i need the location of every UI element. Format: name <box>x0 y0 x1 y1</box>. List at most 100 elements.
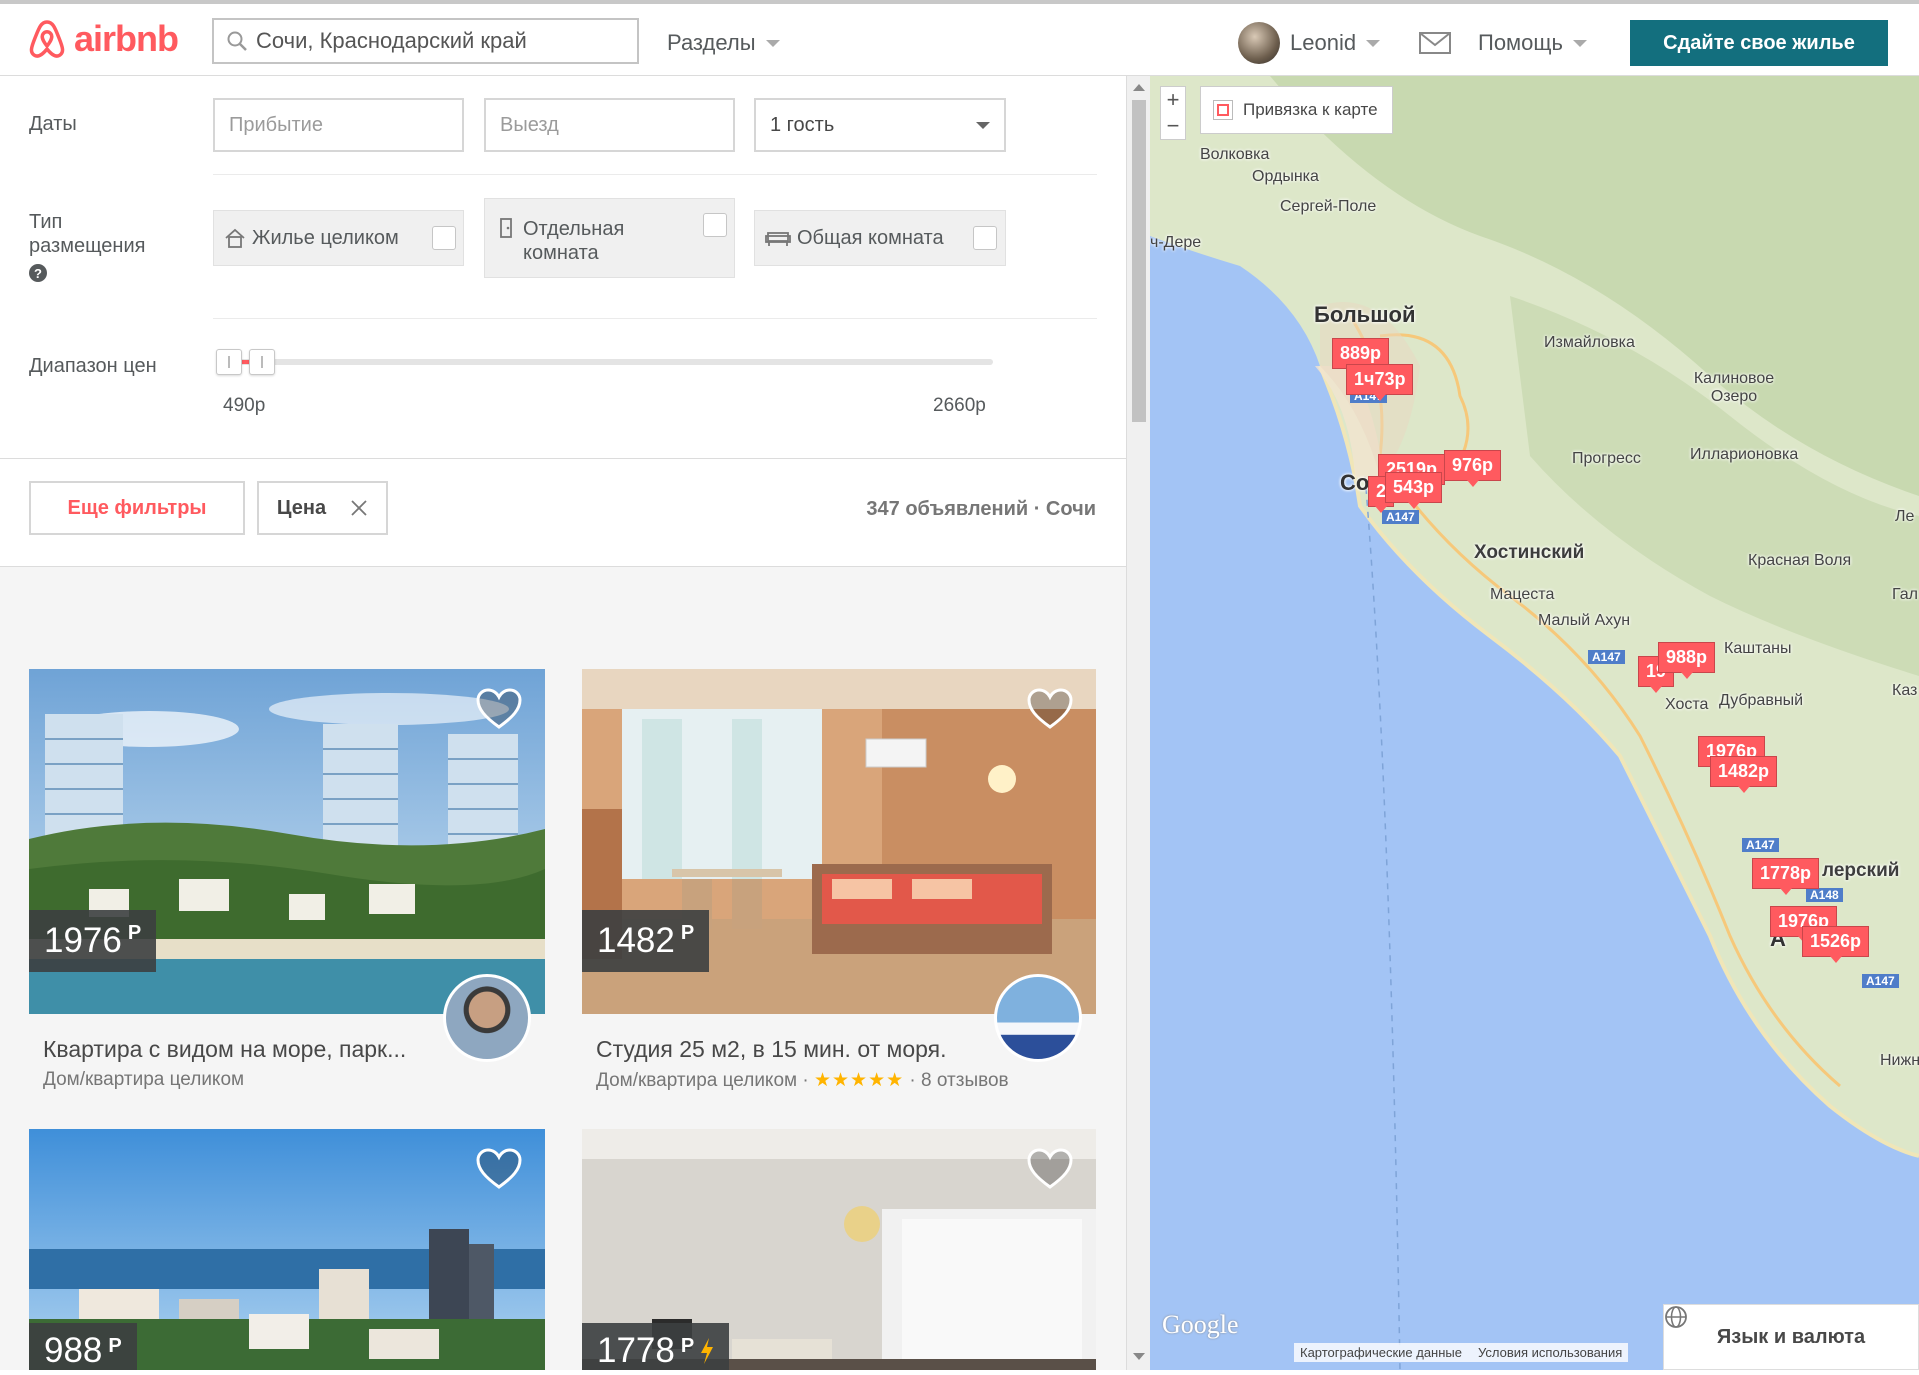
wishlist-heart-icon[interactable] <box>475 687 523 731</box>
road-sign: A147 <box>1588 650 1625 664</box>
map-place-label: Ордынка <box>1252 168 1319 185</box>
zoom-in-button[interactable]: + <box>1161 87 1185 113</box>
more-filters-button[interactable]: Еще фильтры <box>29 481 245 535</box>
listing-price: 1778 Р <box>582 1323 730 1370</box>
map-price-pin[interactable]: 1778р <box>1752 858 1820 895</box>
listing-price: 1976 Р <box>29 910 157 972</box>
entire-home-checkbox[interactable] <box>432 226 456 250</box>
host-avatar[interactable] <box>443 974 531 1062</box>
results-count: 347 объявлений · Сочи <box>866 498 1096 520</box>
host-your-home-button[interactable]: Сдайте свое жилье <box>1630 20 1888 66</box>
map-place-label: лерский <box>1822 860 1900 881</box>
listing-title[interactable]: Квартира с видом на море, парк... <box>29 1036 429 1063</box>
airbnb-logo[interactable]: airbnb <box>28 18 179 60</box>
map-place-label: Каштаны <box>1724 640 1792 657</box>
map-bind-toggle[interactable]: Привязка к карте <box>1200 86 1393 134</box>
map-place-label: ч-Дере <box>1150 234 1202 251</box>
map-data-link[interactable]: Картографические данные <box>1300 1345 1462 1360</box>
messages-button[interactable] <box>1419 32 1451 54</box>
map-price-pin[interactable]: 1526р <box>1802 926 1870 963</box>
currency-symbol: Р <box>108 1335 122 1357</box>
currency-symbol: Р <box>680 1335 695 1357</box>
wishlist-heart-icon[interactable] <box>475 1147 523 1191</box>
search-results-panel: Даты Прибытие Выезд 1 гость Тип размещен… <box>0 76 1126 1370</box>
wishlist-heart-icon[interactable] <box>1026 687 1074 731</box>
logo-text: airbnb <box>74 18 179 59</box>
user-name: Leonid <box>1290 30 1357 55</box>
wishlist-heart-icon[interactable] <box>1026 1147 1074 1191</box>
listing-photo[interactable]: 1482 Р <box>582 669 1096 1014</box>
currency-symbol: Р <box>680 922 695 944</box>
sofa-icon <box>765 232 791 246</box>
airbnb-logo-icon <box>29 20 65 58</box>
price-value: 1976 <box>44 921 122 960</box>
close-icon[interactable] <box>350 499 368 517</box>
chevron-down-icon <box>1366 39 1381 47</box>
map-price-pin[interactable]: 988р <box>1658 642 1716 679</box>
help-question-icon[interactable]: ? <box>29 264 47 282</box>
listing-price: 988 Р <box>29 1323 137 1370</box>
price-filter-chip[interactable]: Цена <box>257 481 388 535</box>
map-place-label: Хоста <box>1665 696 1709 713</box>
map-place-label: Калиновое Озеро <box>1693 370 1775 405</box>
price-slider-max-handle[interactable] <box>249 349 275 375</box>
scroll-up-arrow-icon[interactable] <box>1133 84 1145 91</box>
listing-card[interactable]: 1976 Р Квартира с видом на море, парк...… <box>29 669 545 1091</box>
sections-label: Разделы <box>667 30 756 55</box>
listing-photo[interactable]: 988 Р <box>29 1129 545 1370</box>
listing-title[interactable]: Студия 25 м2, в 15 мин. от моря. <box>582 1036 982 1063</box>
globe-icon <box>1665 1306 1687 1328</box>
map-canvas <box>1150 76 1919 1370</box>
search-icon <box>227 31 247 51</box>
help-menu[interactable]: Помощь <box>1478 30 1587 56</box>
scrollbar-thumb[interactable] <box>1132 100 1146 422</box>
map-place-label: Мацеста <box>1490 586 1555 603</box>
sections-menu[interactable]: Разделы <box>667 30 780 56</box>
host-avatar[interactable] <box>994 974 1082 1062</box>
price-slider-track[interactable] <box>218 359 993 365</box>
review-count[interactable]: · 8 отзывов <box>904 1070 1008 1091</box>
map-place-label: Каз <box>1892 682 1918 699</box>
room-type-entire-home[interactable]: Жилье целиком <box>213 210 464 266</box>
room-type-label-shared: Общая комната <box>797 226 944 249</box>
listing-photo[interactable]: 1778 Р <box>582 1129 1096 1370</box>
map-price-pin[interactable]: 1ч73р <box>1346 364 1414 401</box>
room-type-label-entire: Жилье целиком <box>252 226 399 249</box>
map-place-label: Прогресс <box>1572 450 1641 467</box>
listing-card[interactable]: 1482 Р Студия 25 м2, в 15 мин. от моря. … <box>582 669 1096 1092</box>
map-bind-checkbox[interactable] <box>1213 100 1233 120</box>
search-input[interactable] <box>256 28 626 54</box>
checkin-field[interactable]: Прибытие <box>213 98 464 152</box>
google-logo: Google <box>1162 1310 1239 1339</box>
room-type-label-private: Отдельная комната <box>523 218 625 264</box>
private-room-checkbox[interactable] <box>703 213 727 237</box>
listing-photo[interactable]: 1976 Р <box>29 669 545 1014</box>
listing-card[interactable]: 1778 Р <box>582 1129 1096 1370</box>
language-currency-button[interactable]: Язык и валюта <box>1663 1304 1919 1370</box>
room-type-shared-room[interactable]: Общая комната <box>754 210 1006 266</box>
currency-symbol: Р <box>127 922 142 944</box>
map-price-pin[interactable]: 1482р <box>1710 756 1778 793</box>
user-menu[interactable]: Leonid <box>1238 22 1381 64</box>
listing-subtitle: Дом/квартира целиком <box>43 1069 245 1090</box>
price-range-label: Диапазон цен <box>29 355 157 377</box>
listing-card[interactable]: 988 Р <box>29 1129 545 1370</box>
map-price-pin[interactable]: 976р <box>1444 450 1502 487</box>
map-place-label: Илларионовка <box>1690 446 1799 463</box>
room-type-private-room[interactable]: Отдельная комната <box>484 198 735 278</box>
map-place-label: Дубравный <box>1719 692 1804 709</box>
results-scrollbar[interactable] <box>1126 76 1150 1370</box>
chevron-down-icon <box>976 121 990 129</box>
zoom-out-button[interactable]: − <box>1161 113 1185 139</box>
location-search[interactable] <box>212 18 639 64</box>
help-label: Помощь <box>1478 30 1563 55</box>
guests-select[interactable]: 1 гость <box>754 98 1006 152</box>
shared-room-checkbox[interactable] <box>973 226 997 250</box>
terms-of-use-link[interactable]: Условия использования <box>1478 1345 1622 1360</box>
price-value: 1778 <box>597 1331 675 1370</box>
map-price-pin[interactable]: 543р <box>1385 472 1443 509</box>
checkout-field[interactable]: Выезд <box>484 98 735 152</box>
map-view[interactable]: + − Привязка к карте Волковка Ордынка Се… <box>1150 76 1919 1370</box>
scroll-down-arrow-icon[interactable] <box>1133 1353 1145 1360</box>
price-slider-min-handle[interactable] <box>216 349 242 375</box>
